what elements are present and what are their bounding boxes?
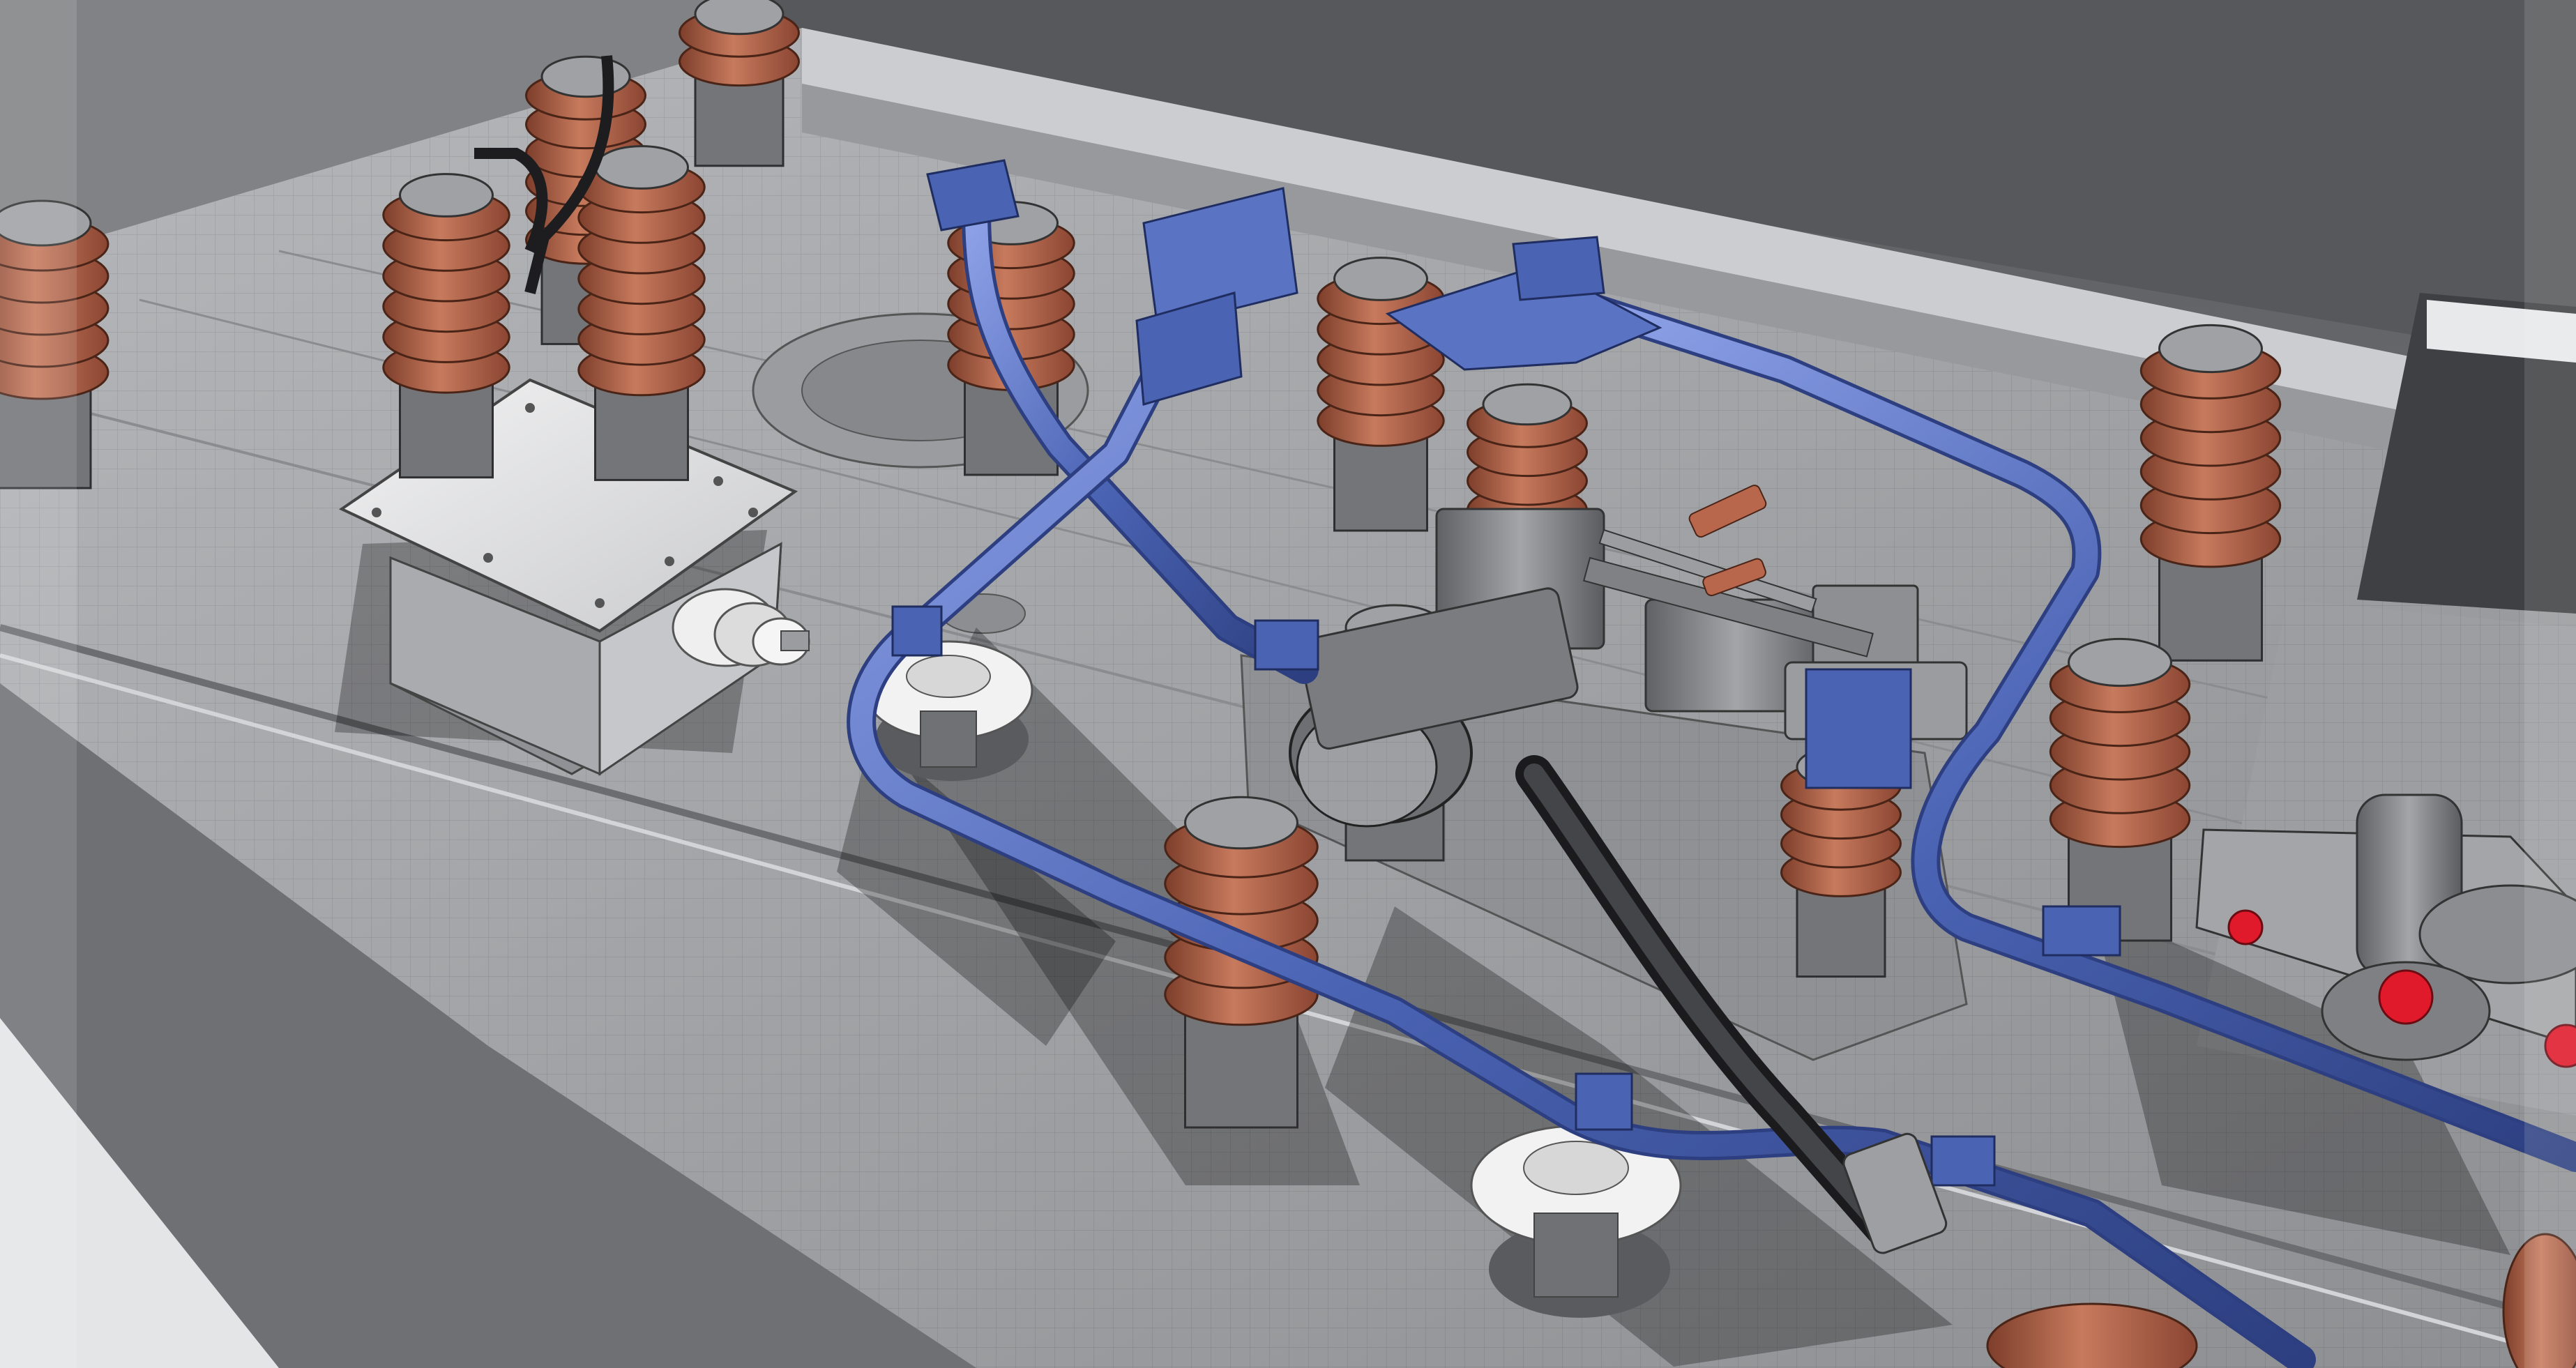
insulator-stack xyxy=(577,145,706,481)
red-cap-indicator xyxy=(2227,909,2264,945)
insulator-cap xyxy=(399,173,494,218)
insulator-cap xyxy=(694,0,785,36)
insulator-stack xyxy=(2049,637,2191,942)
left-overlay-panel xyxy=(0,0,77,1368)
insulator-cap xyxy=(1482,383,1573,426)
insulator-cap xyxy=(2068,637,2172,687)
right-overlay-panel xyxy=(2524,0,2576,1368)
insulator-stack xyxy=(382,173,510,479)
insulator-cap xyxy=(1333,257,1428,301)
red-cap-indicator xyxy=(2378,969,2434,1025)
insulator-stack xyxy=(1317,257,1445,532)
insulator-cap xyxy=(594,145,689,190)
insulator-cap xyxy=(2158,324,2263,374)
insulator-cap xyxy=(1184,796,1298,850)
wireframe-render-viewport xyxy=(0,0,2576,1368)
insulator-stack xyxy=(679,0,800,167)
substation-3d-render xyxy=(0,0,2576,1368)
insulator-stack xyxy=(2139,324,2282,662)
insulator-cap xyxy=(540,55,631,98)
